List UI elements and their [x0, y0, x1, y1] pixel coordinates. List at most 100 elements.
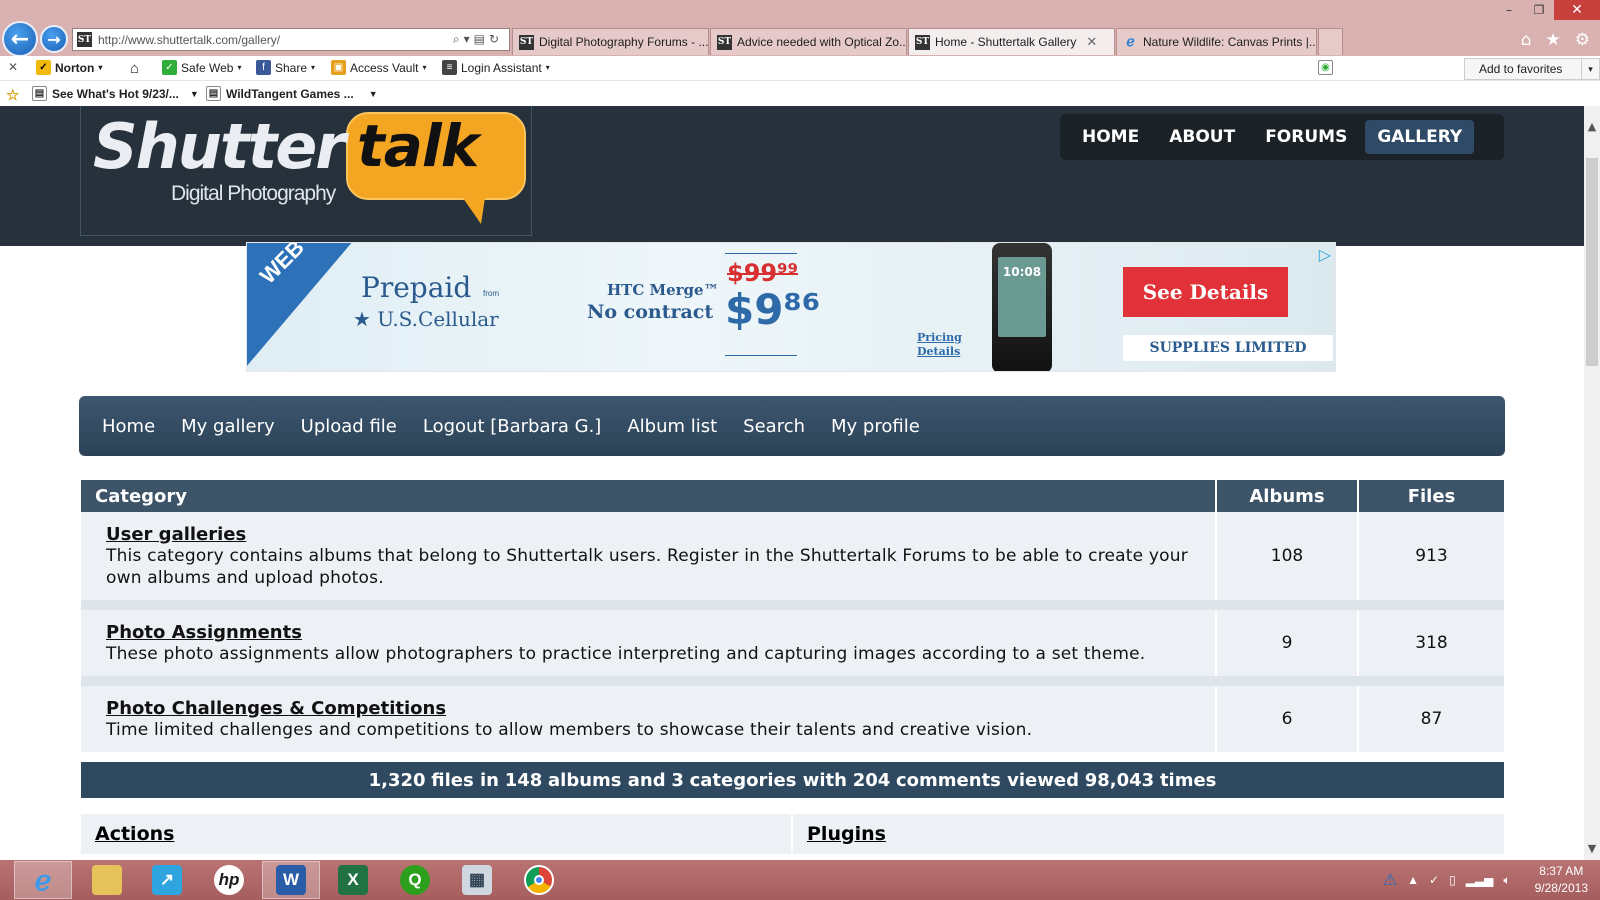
scroll-up-icon[interactable]: ▲ — [1584, 118, 1600, 134]
dropdown-arrow-icon[interactable]: ▾ — [464, 32, 474, 46]
file-explorer-taskbar-icon[interactable] — [78, 861, 136, 899]
category-cell: User galleries This category contains al… — [81, 512, 1217, 600]
show-hidden-icons[interactable]: ▲ — [1407, 873, 1419, 887]
see-details-button[interactable]: See Details — [1123, 267, 1288, 317]
word-taskbar-icon[interactable]: W — [262, 861, 320, 899]
browser-tab-active[interactable]: ST Home - Shuttertalk Gallery ✕ — [908, 28, 1115, 55]
page-scrollbar[interactable]: ▲ ▼ — [1584, 106, 1600, 860]
nav-home[interactable]: HOME — [1070, 120, 1151, 154]
category-link[interactable]: User galleries — [106, 524, 246, 545]
back-button[interactable]: ← — [2, 21, 38, 57]
dropdown-arrow-icon[interactable]: ▼ — [369, 89, 378, 99]
gallery-nav-logout[interactable]: Logout [Barbara G.] — [410, 416, 614, 437]
site-favicon-icon: ST — [77, 32, 92, 47]
forward-button[interactable]: → — [40, 25, 68, 53]
gallery-nav-home[interactable]: Home — [89, 416, 168, 437]
url-text[interactable]: http://www.shuttertalk.com/gallery/ — [98, 33, 453, 47]
scroll-thumb[interactable] — [1586, 158, 1598, 366]
system-clock[interactable]: 8:37 AM 9/28/2013 — [1535, 863, 1588, 897]
refresh-icon[interactable]: ↻ — [489, 32, 503, 46]
shuttertalk-logo[interactable]: Shutter talk Digital Photography — [80, 106, 532, 236]
logo-word-talk: talk — [357, 112, 479, 180]
close-toolbar-icon[interactable]: ✕ — [8, 60, 18, 74]
favorites-star-icon[interactable]: ☆ — [6, 86, 19, 104]
ad-new-price: $9⁸⁶ — [725, 285, 821, 334]
plugins-link[interactable]: Plugins — [793, 814, 886, 854]
norton-tray-icon[interactable]: ✓ — [1429, 873, 1439, 887]
stat-views: 98,043 — [1084, 769, 1155, 791]
excel-taskbar-icon[interactable]: X — [324, 861, 382, 899]
calculator-taskbar-icon[interactable]: ▦ — [448, 861, 506, 899]
launcher-taskbar-icon[interactable]: ↗ — [138, 861, 196, 899]
dropdown-arrow-icon[interactable]: ▾ — [1581, 59, 1599, 79]
category-description: This category contains albums that belon… — [106, 545, 1188, 588]
add-favorites-label: Add to favorites — [1479, 62, 1563, 76]
header-category: Category — [81, 480, 1217, 512]
gear-icon[interactable]: ⚙ — [1575, 30, 1590, 50]
close-window-icon[interactable]: ✕ — [1554, 0, 1600, 20]
norton-menu[interactable]: ✓ Norton ▾ — [36, 60, 102, 75]
gallery-nav-album-list[interactable]: Album list — [614, 416, 730, 437]
address-bar[interactable]: ST http://www.shuttertalk.com/gallery/ ⌕… — [72, 28, 510, 51]
action-center-alert-icon[interactable]: ⚠ — [1383, 870, 1397, 890]
gallery-nav-my-profile[interactable]: My profile — [818, 416, 933, 437]
nav-forums[interactable]: FORUMS — [1253, 120, 1359, 154]
gallery-nav-search[interactable]: Search — [730, 416, 818, 437]
favorites-item[interactable]: ▤ See What's Hot 9/23/... ▼ — [32, 86, 199, 101]
ad-pricing-details-link[interactable]: Pricing Details — [917, 331, 962, 359]
scroll-down-icon[interactable]: ▼ — [1584, 840, 1600, 856]
favorites-item[interactable]: ▤ WildTangent Games ... ▼ — [206, 86, 378, 101]
files-count: 913 — [1415, 546, 1448, 566]
browser-tab[interactable]: ℯ Nature Wildlife: Canvas Prints |... — [1116, 28, 1317, 55]
nav-gallery[interactable]: GALLERY — [1365, 120, 1475, 154]
table-row: Photo Assignments These photo assignment… — [81, 610, 1504, 676]
search-icon[interactable]: ⌕ — [453, 32, 464, 46]
dropdown-arrow-icon[interactable]: ▼ — [190, 89, 199, 99]
volume-icon[interactable]: 🔈︎ — [1503, 873, 1510, 888]
excel-icon: X — [338, 865, 368, 895]
login-assistant-menu[interactable]: ≡ Login Assistant ▾ — [442, 60, 550, 75]
nav-about[interactable]: ABOUT — [1157, 120, 1247, 154]
addon-icon[interactable]: ◉ — [1318, 60, 1333, 75]
browser-tab[interactable]: ST Advice needed with Optical Zo... — [710, 28, 907, 55]
gallery-nav-my-gallery[interactable]: My gallery — [168, 416, 288, 437]
category-link[interactable]: Photo Assignments — [106, 622, 302, 643]
tab-label: Digital Photography Forums - ... — [539, 35, 709, 49]
adchoices-icon[interactable]: ▷ — [1319, 245, 1331, 264]
access-vault-menu[interactable]: ▣ Access Vault ▾ — [331, 60, 427, 75]
add-to-favorites-button[interactable]: Add to favorites ▾ — [1464, 58, 1600, 80]
device-tray-icon[interactable]: ▯ — [1449, 873, 1456, 887]
norton-toolbar: ✕ ✓ Norton ▾ ⌂ ✓ Safe Web ▾ f Share ▾ ▣ Acc… — [0, 56, 1600, 81]
advertisement-banner[interactable]: WEB ONLY Prepaid from ★ U.S.Cellular HTC… — [246, 242, 1336, 372]
actions-plugins-row: Actions Plugins — [81, 814, 1504, 854]
albums-count: 6 — [1217, 686, 1359, 752]
restore-icon[interactable]: ❐ — [1524, 0, 1554, 20]
share-menu[interactable]: f Share ▾ — [256, 60, 315, 75]
browser-tab[interactable]: ST Digital Photography Forums - ... — [512, 28, 709, 55]
home-icon[interactable]: ⌂ — [1521, 30, 1532, 50]
category-link[interactable]: Photo Challenges & Competitions — [106, 698, 446, 719]
window-controls: – ❐ ✕ — [1494, 0, 1600, 20]
hp-taskbar-icon[interactable]: hp — [200, 861, 258, 899]
stat-comments: 204 — [852, 769, 891, 791]
internet-explorer-taskbar-icon[interactable]: ℯ — [14, 861, 72, 899]
minimize-icon[interactable]: – — [1494, 0, 1524, 20]
toolbar-home-icon[interactable]: ⌂ — [130, 60, 139, 77]
login-assistant-icon: ≡ — [442, 60, 457, 75]
favorites-star-icon[interactable]: ★ — [1546, 30, 1561, 50]
clock-time: 8:37 AM — [1539, 864, 1584, 878]
actions-link[interactable]: Actions — [81, 814, 793, 854]
calculator-icon: ▦ — [462, 865, 492, 895]
ad-from: from — [483, 289, 499, 298]
facebook-icon: f — [256, 60, 271, 75]
chrome-taskbar-icon[interactable] — [510, 861, 568, 899]
network-signal-icon[interactable]: ▂▃▅ — [1466, 873, 1494, 887]
compat-view-icon[interactable]: ▤ — [474, 32, 489, 46]
close-tab-icon[interactable]: ✕ — [1086, 34, 1097, 50]
safe-web-menu[interactable]: ✓ Safe Web ▾ — [162, 60, 242, 75]
quickbooks-taskbar-icon[interactable]: Q — [386, 861, 444, 899]
new-tab-button[interactable] — [1318, 28, 1343, 55]
gallery-nav-upload-file[interactable]: Upload file — [288, 416, 410, 437]
address-actions[interactable]: ⌕▾▤↻ — [453, 32, 509, 47]
ad-carrier-label: U.S.Cellular — [377, 307, 499, 331]
